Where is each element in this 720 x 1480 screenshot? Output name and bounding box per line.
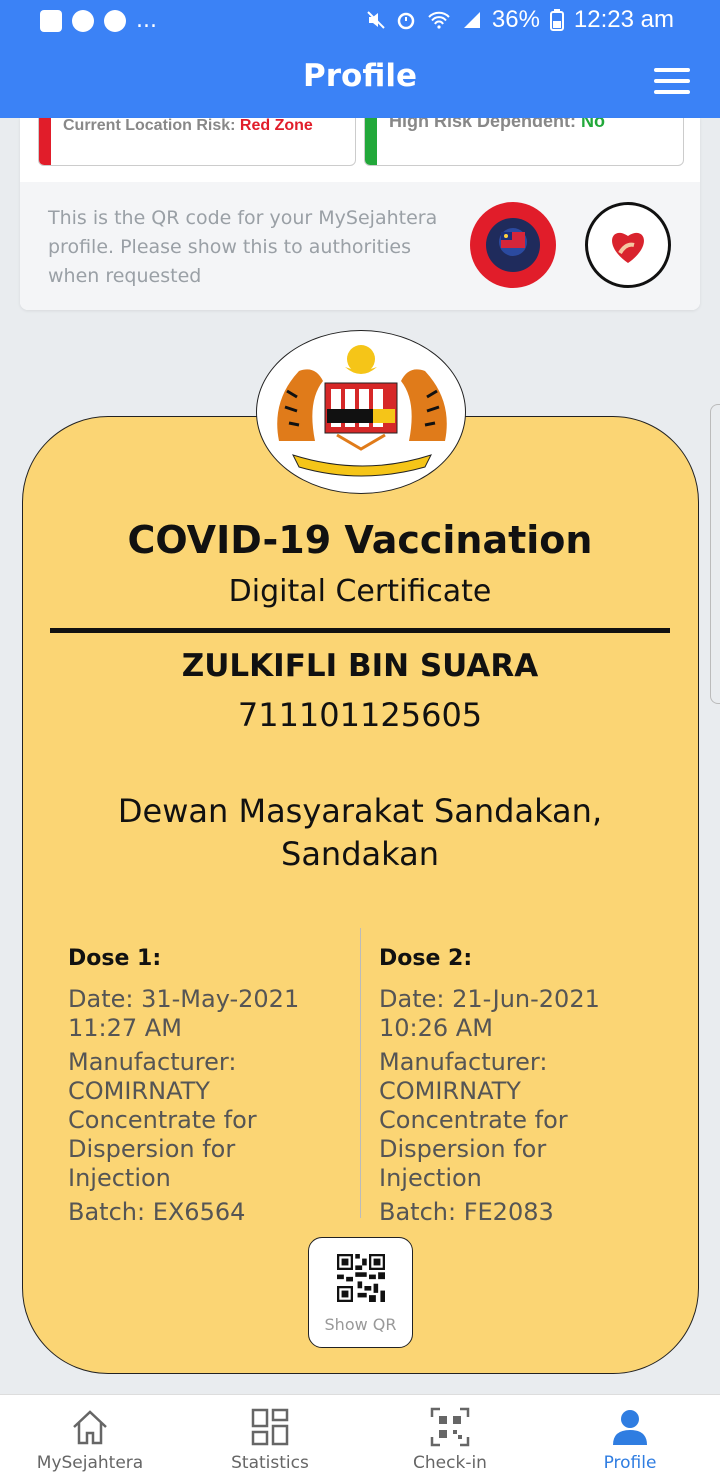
dose-2-details: Dose 2: Date: 21-Jun-2021 10:26 AM Manuf…	[379, 944, 649, 1232]
nsc-logo	[470, 202, 556, 288]
nav-label-statistics: Statistics	[231, 1453, 309, 1473]
bottom-navigation: MySejahtera Statistics Check-in Profile	[0, 1394, 720, 1480]
user-icon	[613, 1410, 647, 1445]
nav-label-profile: Profile	[603, 1453, 657, 1473]
clock: 12:23 am	[573, 6, 674, 33]
status-notification-icons: ...	[40, 8, 157, 33]
nav-item-mysejahtera[interactable]: MySejahtera	[0, 1395, 180, 1480]
current-location-risk-value: Red Zone	[239, 118, 313, 134]
current-location-risk-box: Current Location Risk: Red Zone	[38, 118, 356, 166]
dose-2-batch: Batch: FE2083	[379, 1198, 554, 1226]
qr-scan-icon	[430, 1407, 470, 1447]
hamburger-icon	[654, 68, 690, 72]
kkm-logo	[585, 202, 671, 288]
nav-item-statistics[interactable]: Statistics	[180, 1395, 360, 1480]
nav-item-profile[interactable]: Profile	[540, 1395, 720, 1480]
id-number: 711101125605	[237, 696, 483, 734]
show-qr-label: Show QR	[324, 1315, 397, 1334]
dose-2-date: Date: 21-Jun-2021 10:26 AM	[379, 985, 600, 1042]
dose-divider	[360, 928, 361, 1218]
dose-2-heading: Dose 2:	[379, 946, 473, 971]
dose-1-heading: Dose 1:	[68, 946, 162, 971]
vaccination-venue: Dewan Masyarakat Sandakan, Sandakan	[117, 792, 603, 873]
risk-indicator-bar	[39, 118, 51, 165]
grid-icon	[251, 1408, 289, 1446]
home-icon	[73, 1410, 107, 1445]
high-risk-dependent-box: High Risk Dependent: No	[364, 118, 684, 166]
chrome-icon	[104, 9, 126, 32]
qr-note-section: This is the QR code for your MySejahtera…	[20, 182, 700, 310]
dose-1-batch: Batch: EX6564	[68, 1198, 246, 1226]
wifi-icon	[428, 11, 450, 29]
divider	[50, 628, 670, 633]
certificate-title: COVID-19 Vaccination	[127, 518, 593, 562]
dose-2-manufacturer: Manufacturer: COMIRNATY Concentrate for …	[379, 1048, 568, 1192]
profile-status-card: Current Location Risk: Red Zone High Ris…	[20, 118, 700, 310]
certificate-subtitle: Digital Certificate	[228, 574, 492, 609]
high-risk-dependent-label: High Risk Dependent:	[389, 118, 577, 131]
dose-1-manufacturer: Manufacturer: COMIRNATY Concentrate for …	[68, 1048, 257, 1192]
qr-note-text: This is the QR code for your MySejahtera…	[48, 207, 438, 287]
status-system-icons: 36% 12:23 am	[366, 6, 674, 34]
battery-icon	[549, 9, 564, 31]
battery-percent: 36%	[491, 6, 540, 33]
status-bar: ... 36% 12:23 am	[0, 0, 720, 44]
alarm-icon	[397, 12, 415, 30]
menu-button[interactable]	[654, 68, 690, 94]
holder-name: ZULKIFLI BIN SUARA	[181, 648, 539, 684]
dose-1-details: Dose 1: Date: 31-May-2021 11:27 AM Manuf…	[68, 944, 338, 1232]
page-title: Profile	[303, 58, 417, 94]
nav-label-check-in: Check-in	[413, 1453, 487, 1473]
nav-label-mysejahtera: MySejahtera	[36, 1453, 144, 1473]
app-header: Profile	[0, 44, 720, 118]
malaysia-coat-of-arms-emblem	[256, 330, 466, 494]
high-risk-dependent-value: No	[581, 118, 606, 131]
show-qr-button[interactable]: Show QR	[308, 1237, 413, 1348]
nav-item-check-in[interactable]: Check-in	[360, 1395, 540, 1480]
status-overflow: ...	[136, 8, 157, 33]
chrome-icon	[72, 9, 94, 32]
signal-icon	[463, 12, 480, 28]
dose-1-date: Date: 31-May-2021 11:27 AM	[68, 985, 300, 1042]
qr-code-icon	[337, 1254, 385, 1302]
current-location-risk-label: Current Location Risk:	[63, 118, 236, 134]
dropbox-icon	[40, 9, 62, 32]
dependent-indicator-bar	[365, 118, 377, 165]
mute-icon	[367, 11, 385, 29]
